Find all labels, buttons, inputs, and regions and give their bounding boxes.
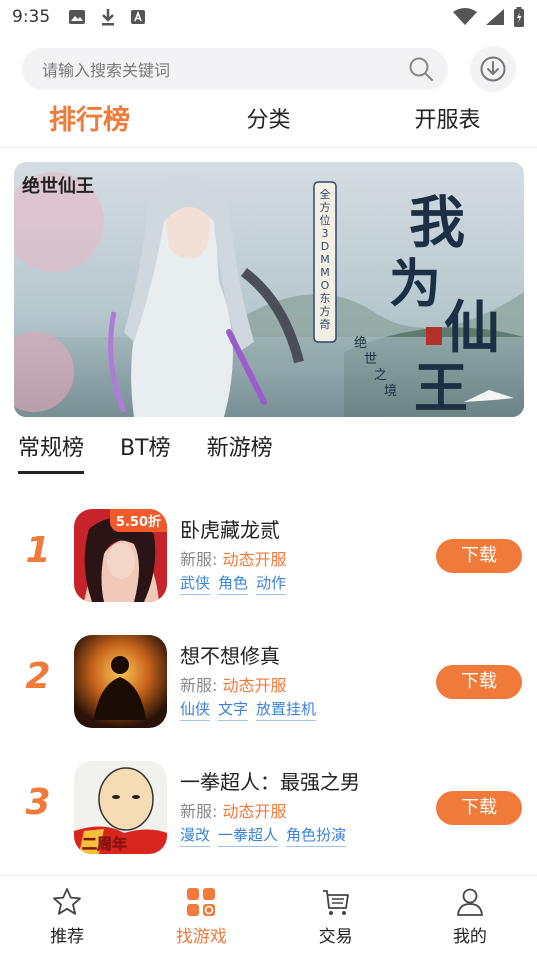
download-status-icon bbox=[102, 9, 115, 26]
star-icon bbox=[53, 888, 82, 915]
game-tag[interactable]: 角色扮演 bbox=[286, 824, 347, 847]
tab-category[interactable]: 分类 bbox=[179, 96, 358, 147]
search-placeholder: 请输入搜索关键词 bbox=[42, 61, 171, 80]
game-tag[interactable]: 武侠 bbox=[180, 572, 211, 595]
game-tag[interactable]: 文字 bbox=[218, 698, 249, 721]
game-title[interactable]: 一拳超人：最强之男 bbox=[180, 766, 360, 795]
rank-number: 1 bbox=[25, 530, 51, 571]
nav-mine[interactable]: 我的 bbox=[403, 876, 537, 959]
server-info: 新服: 动态开服 bbox=[180, 798, 287, 822]
game-tag[interactable]: 仙侠 bbox=[180, 698, 211, 721]
game-tag[interactable]: 角色 bbox=[218, 572, 249, 595]
status-bar: 9:35 bbox=[0, 0, 537, 34]
nav-recommend[interactable]: 推荐 bbox=[0, 876, 134, 959]
server-value: 动态开服 bbox=[222, 550, 287, 569]
game-tags: 武侠 角色 动作 bbox=[180, 572, 287, 595]
download-button[interactable]: 下载 bbox=[436, 665, 522, 699]
banner-title-1: 我 bbox=[409, 190, 465, 256]
banner-title-3: 仙 bbox=[444, 295, 500, 361]
discount-badge: 5.50折 bbox=[109, 509, 167, 532]
game-tag[interactable]: 放置挂机 bbox=[256, 698, 317, 721]
banner-vertical-text: 全方位 3 D M M O 东方奇 bbox=[320, 187, 331, 331]
app-status-icon bbox=[131, 10, 146, 24]
game-row[interactable]: 3 二周年 一拳超人：最强之男 新服: 动态开服 漫改 一拳超人 角色扮演 下载 bbox=[0, 752, 537, 878]
rank-tabs: 常规榜 BT榜 新游榜 bbox=[18, 430, 273, 474]
game-tag[interactable]: 漫改 bbox=[180, 824, 211, 847]
search-input[interactable]: 请输入搜索关键词 bbox=[22, 48, 448, 90]
top-tabs: 排行榜 分类 开服表 bbox=[0, 96, 537, 148]
game-icon-text: 二周年 bbox=[82, 835, 127, 853]
game-tag[interactable]: 一拳超人 bbox=[218, 824, 279, 847]
game-tag[interactable]: 动作 bbox=[256, 572, 287, 595]
game-title[interactable]: 想不想修真 bbox=[180, 640, 280, 669]
tab-server-list[interactable]: 开服表 bbox=[358, 96, 537, 147]
server-value: 动态开服 bbox=[222, 802, 287, 821]
cart-icon bbox=[322, 890, 349, 915]
wifi-icon bbox=[453, 8, 477, 25]
game-icon[interactable] bbox=[74, 635, 167, 728]
game-list: 1 5.50折 卧虎藏龙贰 新服: 动态开服 武侠 角色 动作 下载 2 想不想… bbox=[0, 500, 537, 878]
nav-label: 我的 bbox=[452, 927, 487, 947]
game-tags: 仙侠 文字 放置挂机 bbox=[180, 698, 317, 721]
search-row: 请输入搜索关键词 bbox=[22, 46, 517, 92]
battery-icon bbox=[514, 7, 524, 27]
banner-artwork: 全方位 3 D M M O 东方奇 我 为 仙 王 绝世之境 绝世仙王 bbox=[14, 162, 524, 417]
tab-regular-ranking[interactable]: 常规榜 bbox=[18, 430, 85, 474]
nav-find-games[interactable]: 找游戏 bbox=[134, 876, 268, 959]
tab-ranking[interactable]: 排行榜 bbox=[0, 96, 179, 147]
server-info: 新服: 动态开服 bbox=[180, 672, 287, 696]
game-icon[interactable]: 5.50折 bbox=[74, 509, 167, 602]
game-row[interactable]: 1 5.50折 卧虎藏龙贰 新服: 动态开服 武侠 角色 动作 下载 bbox=[0, 500, 537, 626]
download-button[interactable]: 下载 bbox=[436, 791, 522, 825]
game-title[interactable]: 卧虎藏龙贰 bbox=[180, 514, 280, 543]
rank-number: 2 bbox=[25, 656, 51, 697]
promo-banner[interactable]: 全方位 3 D M M O 东方奇 我 为 仙 王 绝世之境 绝世仙王 bbox=[14, 162, 524, 417]
nav-label: 交易 bbox=[318, 927, 353, 947]
tab-bt-ranking[interactable]: BT榜 bbox=[120, 430, 171, 472]
bottom-nav: 推荐 找游戏 交易 我的 bbox=[0, 875, 537, 959]
server-info: 新服: 动态开服 bbox=[180, 546, 287, 570]
nav-label: 推荐 bbox=[50, 927, 85, 947]
signal-icon bbox=[486, 9, 504, 25]
server-value: 动态开服 bbox=[222, 676, 287, 695]
user-icon bbox=[456, 888, 483, 916]
game-icon-art: 二周年 bbox=[74, 761, 167, 854]
game-icon-art bbox=[74, 635, 167, 728]
grid-icon bbox=[187, 888, 216, 916]
nav-label: 找游戏 bbox=[175, 927, 227, 947]
tab-new-games-ranking[interactable]: 新游榜 bbox=[207, 430, 273, 472]
search-icon[interactable] bbox=[408, 56, 434, 82]
game-tags: 漫改 一拳超人 角色扮演 bbox=[180, 824, 347, 847]
nav-trade[interactable]: 交易 bbox=[269, 876, 403, 959]
gallery-icon bbox=[69, 10, 86, 24]
rank-number: 3 bbox=[25, 782, 51, 823]
game-row[interactable]: 2 想不想修真 新服: 动态开服 仙侠 文字 放置挂机 下载 bbox=[0, 626, 537, 752]
server-label: 新服: bbox=[180, 676, 218, 695]
download-button[interactable]: 下载 bbox=[436, 539, 522, 573]
banner-title-4: 王 bbox=[414, 356, 468, 417]
banner-title-2: 为 bbox=[389, 254, 441, 315]
server-label: 新服: bbox=[180, 802, 218, 821]
download-manager-button[interactable] bbox=[470, 46, 516, 92]
banner-logo: 绝世仙王 bbox=[22, 175, 94, 197]
server-label: 新服: bbox=[180, 550, 218, 569]
status-time: 9:35 bbox=[12, 7, 51, 27]
download-circle-icon bbox=[480, 56, 506, 82]
game-icon[interactable]: 二周年 bbox=[74, 761, 167, 854]
